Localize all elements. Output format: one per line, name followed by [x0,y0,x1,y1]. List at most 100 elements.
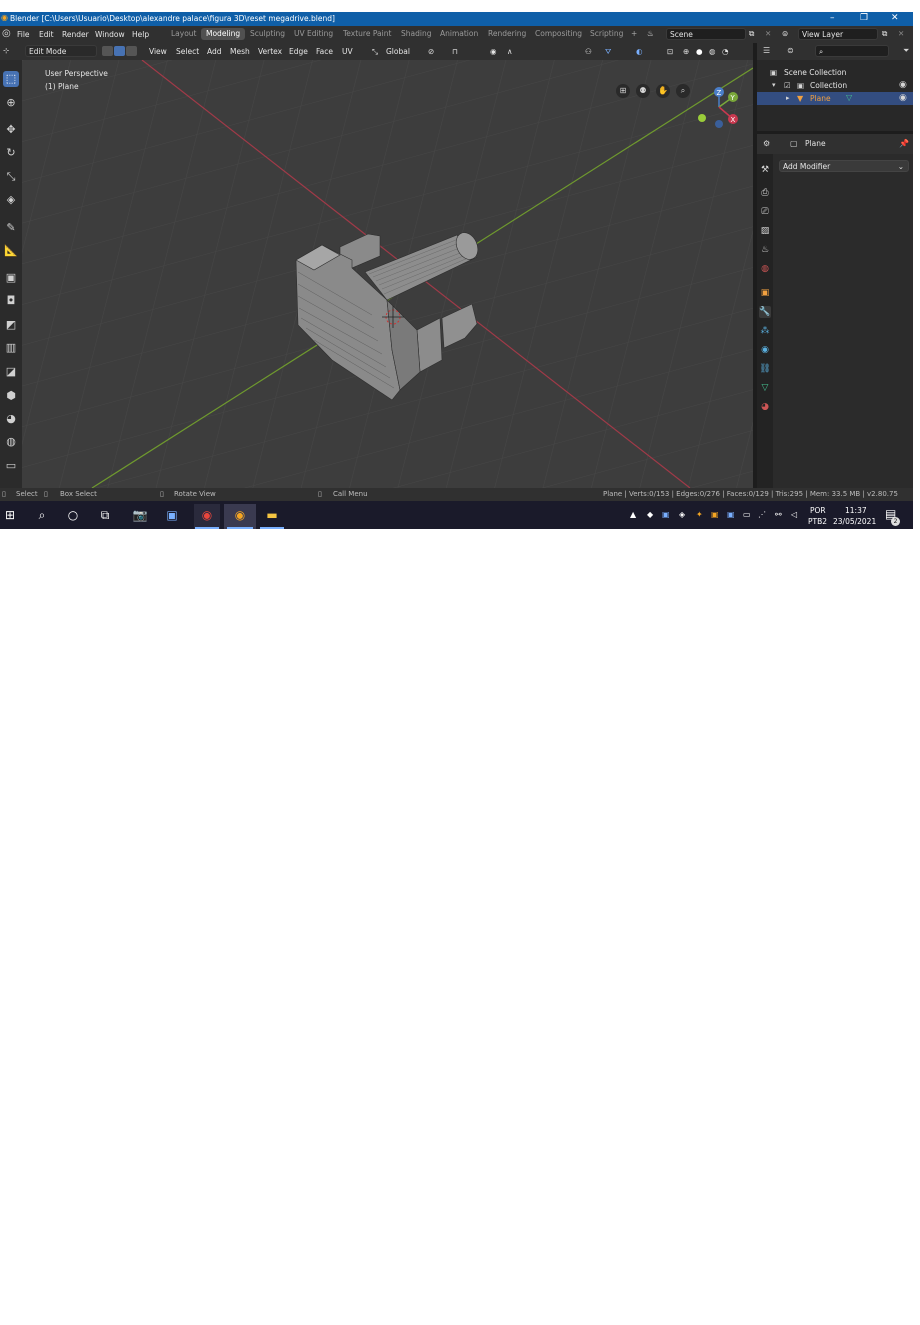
blender-menu-icon[interactable]: ◎ [2,28,11,39]
collection-label[interactable]: Collection [810,81,847,90]
add-workspace-button[interactable]: + [631,29,637,38]
windows-start-icon[interactable]: ⊞ [1,506,19,524]
display-mode-icon[interactable]: ⊜ [787,46,794,55]
tray-app-icon-1[interactable]: ▲ [630,510,636,519]
add-modifier-dropdown[interactable]: Add Modifier ⌄ [779,160,909,172]
keyboard-layout-indicator[interactable]: PTB2 [808,517,827,526]
editor-type-icon[interactable]: ⊹ [3,46,9,55]
task-view-icon[interactable]: ⧉ [96,506,114,524]
close-button[interactable]: ✕ [891,13,899,23]
scene-properties-icon[interactable]: ♨ [759,244,771,256]
vertex-select-icon[interactable] [102,46,113,56]
orientation-selector[interactable]: Global [386,47,410,56]
mode-selector[interactable]: Edit Mode [25,45,97,57]
material-shading-icon[interactable]: ◍ [709,47,716,56]
modifier-properties-icon[interactable]: 🔧 [759,306,771,318]
filter-icon[interactable]: ⏷ [903,46,909,56]
render-properties-icon[interactable]: ⎙ [759,187,771,199]
clock-date[interactable]: 23/05/2021 [833,517,876,526]
cursor-tool-icon[interactable]: ⊕ [3,95,19,111]
view-layer-properties-icon[interactable]: ▨ [759,225,771,237]
properties-editor-icon[interactable]: ⚙ [763,139,770,148]
pan-hand-icon[interactable]: ✋ [656,84,670,98]
battery-icon[interactable]: ▭ [743,510,751,519]
bevel-tool-icon[interactable]: ◩ [3,317,19,333]
physics-properties-icon[interactable]: ◉ [759,344,771,356]
delete-scene-icon[interactable]: ✕ [765,29,771,38]
world-properties-icon[interactable]: ◍ [759,263,771,275]
menu-view[interactable]: View [149,47,167,56]
volume-icon[interactable]: ◁ [791,510,797,519]
delete-view-layer-icon[interactable]: ✕ [898,29,904,38]
tab-modeling[interactable]: Modeling [201,28,246,40]
measure-tool-icon[interactable]: 📐 [3,243,19,259]
overlay-toggle-icon[interactable]: ◐ [636,47,643,56]
extrude-tool-icon[interactable]: ▣ [3,270,19,286]
menu-face[interactable]: Face [316,47,333,56]
tray-app-icon-7[interactable]: ▣ [727,510,735,519]
blender-app-icon[interactable]: ◉ [231,506,249,524]
outliner-search-input[interactable]: ⌕ [815,45,889,57]
tray-app-icon-4[interactable]: ◈ [679,510,685,519]
xray-icon[interactable]: ⊡ [667,47,673,56]
solid-shading-icon[interactable]: ● [696,47,703,56]
menu-help[interactable]: Help [132,30,149,39]
inset-tool-icon[interactable]: ◘ [3,293,19,309]
tab-sculpting[interactable]: Sculpting [245,28,290,40]
wireframe-shading-icon[interactable]: ⊕ [683,47,689,56]
search-icon[interactable]: ⌕ [33,506,51,524]
new-view-layer-icon[interactable]: ⧉ [882,29,887,39]
3d-viewport[interactable]: Z Y X User Perspective (1) Plane ⊞ ⚉ ✋ ⌕ [22,60,753,488]
plane-label[interactable]: Plane [810,94,831,103]
falloff-icon[interactable]: ∧ [507,47,513,56]
transform-tool-icon[interactable]: ◈ [3,192,19,208]
network-status-icon[interactable]: ⚯ [775,510,782,519]
scene-selector[interactable]: Scene [666,28,746,40]
photos-app-icon[interactable]: ▣ [163,506,181,524]
tool-properties-icon[interactable]: ⚒ [759,164,771,176]
rotate-tool-icon[interactable]: ↻ [3,145,19,161]
tab-shading[interactable]: Shading [396,28,436,40]
expand-collection-icon[interactable]: ▾ [772,81,776,89]
edge-slide-tool-icon[interactable]: ▭ [3,458,19,474]
language-indicator[interactable]: POR [810,506,826,515]
tray-app-icon-5[interactable]: ✦ [696,510,703,519]
clock-time[interactable]: 11:37 [845,506,867,515]
move-tool-icon[interactable]: ✥ [3,122,19,138]
edge-select-icon[interactable] [114,46,125,56]
menu-render[interactable]: Render [62,30,89,39]
tab-layout[interactable]: Layout [166,28,202,40]
chrome-icon[interactable]: ◉ [198,506,216,524]
tray-app-icon-2[interactable]: ◆ [647,510,653,519]
tray-app-icon-3[interactable]: ▣ [662,510,670,519]
data-properties-icon[interactable]: ▽ [759,382,771,394]
loop-cut-tool-icon[interactable]: ▥ [3,340,19,356]
tab-animation[interactable]: Animation [435,28,483,40]
material-properties-icon[interactable]: ◕ [759,401,771,413]
pivot-icon[interactable]: ⊘ [428,47,434,56]
scale-tool-icon[interactable]: ⤡ [3,169,19,185]
eye-icon[interactable]: ◉ [899,80,907,90]
pin-icon[interactable]: 📌 [899,139,909,148]
camera-view-icon[interactable]: ⚉ [636,84,650,98]
rendered-shading-icon[interactable]: ◔ [722,47,729,56]
menu-edge[interactable]: Edge [289,47,308,56]
menu-window[interactable]: Window [95,30,125,39]
maximize-button[interactable]: ❐ [860,13,868,23]
tray-app-icon-6[interactable]: ▣ [711,510,719,519]
face-select-icon[interactable] [126,46,137,56]
particles-properties-icon[interactable]: ⁂ [759,325,771,337]
select-box-tool-icon[interactable]: ⬚ [3,71,19,87]
zoom-icon[interactable]: ⌕ [676,84,690,98]
menu-file[interactable]: File [17,30,30,39]
snap-icon[interactable]: ⊓ [452,47,458,56]
tab-scripting[interactable]: Scripting [585,28,628,40]
tab-compositing[interactable]: Compositing [530,28,587,40]
object-properties-icon[interactable]: ▣ [759,287,771,299]
collection-checkbox-icon[interactable]: ☑ [784,81,791,90]
smooth-tool-icon[interactable]: ◍ [3,434,19,450]
proportional-edit-icon[interactable]: ◉ [490,47,497,56]
annotate-tool-icon[interactable]: ✎ [3,220,19,236]
file-explorer-icon[interactable]: ▬ [263,506,281,524]
new-scene-icon[interactable]: ⧉ [749,29,754,39]
